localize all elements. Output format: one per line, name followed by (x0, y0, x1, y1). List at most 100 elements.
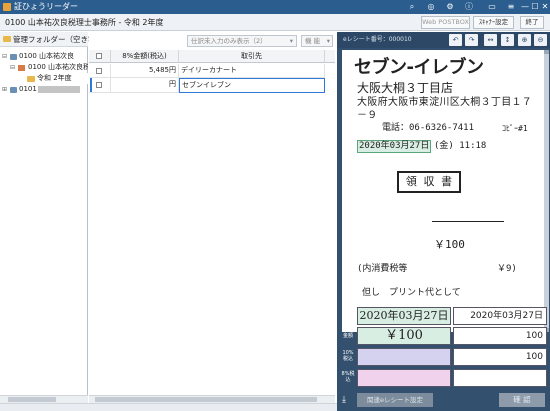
column-header-amount[interactable]: 8%金額(税込) (111, 50, 179, 63)
scrollbar-thumb[interactable] (8, 397, 56, 402)
receipt-rule (432, 221, 504, 222)
expand-icon[interactable]: ⊞ (2, 84, 7, 95)
collapse-icon[interactable]: ⊟ (10, 62, 15, 73)
receipt-number: eレシート番号：000010 (343, 36, 412, 43)
receipt-doc-title: 領 収 書 (397, 171, 461, 193)
redacted-name (38, 86, 80, 93)
row-checkbox[interactable] (96, 68, 102, 74)
row-select-cell[interactable] (89, 78, 111, 93)
store-address: 大阪府大阪市東淀川区大桐３丁目１７－９ (357, 97, 533, 121)
related-ereceipt-button[interactable]: 関連eレシート設定 (357, 393, 433, 407)
folder-panel: 管理フォルダー（空き容 ⊟ 0100 山本祐次良 ⊟ 0100 山本祐次良税 令… (0, 32, 96, 403)
store-phone: 電話：06-6326-7411 (382, 123, 475, 133)
filter-dropdown[interactable]: 仕訳未入力のみ表示（2） ▾ (187, 35, 297, 47)
confirm-button[interactable]: 確 認 (499, 393, 545, 407)
date-ocr-field[interactable]: 2020年03月27日 (357, 307, 451, 325)
folder-panel-header: 管理フォルダー（空き容 (0, 32, 96, 47)
window-title: 証ひょうリーダー (14, 2, 78, 11)
store-name: 大阪大桐３丁目店 (357, 81, 454, 95)
receipt-scrollbar[interactable] (544, 50, 549, 332)
rate10-field-label: 10%税込 (342, 350, 354, 362)
office-icon (10, 87, 17, 93)
menu-icon[interactable]: ≡ (506, 2, 516, 12)
document-list-panel: 仕訳未入力のみ表示（2） ▾ 機 能 ▾ 8%金額(税込) 取引先 5,485円… (89, 32, 335, 403)
table-row-selected[interactable]: 円 セブンイレブン (89, 78, 335, 93)
register-number: ｺﾋﾟｰ#1 (502, 124, 528, 133)
total-input[interactable]: 100 (453, 327, 547, 345)
function-dropdown-label: 機 能 (305, 37, 321, 45)
scrollbar-thumb[interactable] (95, 397, 317, 402)
tree-item-year[interactable]: 令和 2年度 (0, 73, 88, 84)
tree-item-label: 0100 山本祐次良 (19, 52, 75, 60)
zoom-in-icon[interactable]: ⊕ (518, 34, 531, 46)
rate8-field-label: 8%税込 (341, 371, 355, 383)
client-icon (18, 65, 25, 71)
folder-panel-title: 管理フォルダー（空き容 (13, 35, 96, 44)
fit-height-icon[interactable]: ↕ (501, 34, 514, 46)
collapse-icon[interactable]: ⊟ (2, 51, 7, 62)
office-bar: 0100 山本祐次良税理士事務所 - 令和 2年度 Web POSTBOX ｽｷ… (0, 14, 550, 31)
select-all-header[interactable] (89, 50, 111, 63)
row-select-cell[interactable] (89, 64, 111, 78)
amount-cell[interactable]: 5,485円 (111, 64, 179, 78)
search-icon[interactable]: ⌕ (407, 2, 417, 12)
rate8-ocr-field[interactable] (357, 369, 451, 387)
tree-item-label: 令和 2年度 (37, 74, 72, 82)
total-ocr-field[interactable]: ￥100 (357, 327, 451, 345)
column-header-partner[interactable]: 取引先 (179, 50, 325, 63)
scanner-settings-button[interactable]: ｽｷｬﾅｰ設定 (473, 16, 514, 29)
folder-icon (3, 36, 11, 42)
filter-dropdown-label: 仕訳未入力のみ表示（2） (191, 37, 267, 45)
receipt-tax-label: (内消費税等 (357, 264, 408, 274)
receipt-note: 但し プリント代として (362, 288, 461, 298)
tree-item-label: 0100 山本祐次良税 (28, 63, 88, 71)
chevron-down-icon: ▾ (326, 37, 330, 45)
select-all-checkbox[interactable] (96, 53, 102, 59)
receipt-tax-value: ￥9) (497, 264, 517, 274)
amount-cell[interactable]: 円 (111, 78, 179, 93)
maximize-button[interactable]: ☐ (530, 1, 540, 12)
rate10-ocr-field[interactable] (357, 348, 451, 366)
partner-cell[interactable]: デイリーカナート (179, 64, 325, 78)
receipt-date[interactable]: 2020年03月27日 (357, 140, 432, 153)
column-header-spacer (325, 50, 335, 63)
partner-input[interactable]: セブンイレブン (179, 78, 325, 93)
date-field-label: 日付 (342, 311, 353, 317)
tree-item-client[interactable]: ⊟ 0100 山本祐次良税 (0, 62, 88, 73)
viewer-toolbar: eレシート番号：000010 ↶ ↷ ↔ ↕ ⊕ ⊖ (337, 32, 550, 48)
receipt-viewer-panel: eレシート番号：000010 ↶ ↷ ↔ ↕ ⊕ ⊖ セブン-イレブン 大阪大桐… (337, 32, 550, 411)
zoom-out-icon[interactable]: ⊖ (534, 34, 547, 46)
globe-icon[interactable]: ◎ (426, 2, 436, 12)
horizontal-scrollbar[interactable] (0, 395, 88, 403)
store-brand: セブン-イレブン (354, 57, 484, 78)
exit-button[interactable]: 終了 (520, 16, 544, 29)
chevron-down-icon: ▾ (289, 37, 293, 45)
receipt-image[interactable]: セブン-イレブン 大阪大桐３丁目店 大阪府大阪市東淀川区大桐３丁目１７－９ 電話… (342, 50, 544, 332)
rotate-left-icon[interactable]: ↶ (449, 34, 462, 46)
tree-item-label: 0101 (19, 85, 37, 93)
horizontal-scrollbar[interactable] (89, 395, 335, 403)
close-button[interactable]: ✕ (540, 1, 550, 12)
download-icon[interactable]: ⤓ (342, 394, 352, 406)
office-name: 0100 山本祐次良税理士事務所 - 令和 2年度 (5, 18, 164, 27)
office-icon (10, 54, 17, 60)
app-logo (3, 3, 11, 11)
minimize-button[interactable]: — (520, 1, 530, 12)
receipt-weekday-time: (金) 11:18 (434, 141, 487, 151)
info-icon[interactable]: ⓘ (464, 2, 474, 12)
function-dropdown[interactable]: 機 能 ▾ (301, 35, 333, 47)
status-bar (0, 403, 337, 411)
scroll-up-arrow[interactable] (544, 50, 549, 54)
date-input[interactable]: 2020年03月27日 (453, 307, 547, 325)
title-bar: 証ひょうリーダー ⌕ ◎ ⚙ ⓘ ▭ ≡ — ☐ ✕ (0, 0, 550, 14)
rate10-input[interactable]: 100 (453, 348, 547, 366)
rate8-input[interactable] (453, 369, 547, 387)
row-checkbox[interactable] (96, 82, 102, 88)
total-field-label: 合計金額 (342, 327, 353, 339)
web-postbox-button[interactable]: Web POSTBOX (421, 16, 470, 29)
monitor-icon[interactable]: ▭ (487, 2, 497, 12)
settings-icon[interactable]: ⚙ (445, 2, 455, 12)
rotate-right-icon[interactable]: ↷ (465, 34, 478, 46)
fit-width-icon[interactable]: ↔ (484, 34, 497, 46)
table-row[interactable]: 5,485円 デイリーカナート (89, 64, 335, 78)
